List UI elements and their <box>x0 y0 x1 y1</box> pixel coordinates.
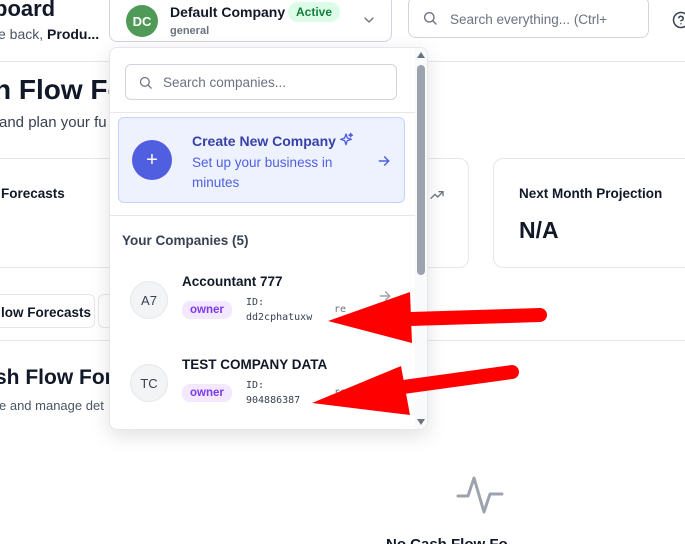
company-type: general <box>170 25 210 37</box>
scroll-up-icon[interactable] <box>417 52 425 58</box>
role-badge: owner <box>182 301 232 319</box>
company-dropdown: Search companies... + Create New Company… <box>109 47 428 430</box>
company-id-value: 904886387 <box>246 395 301 406</box>
forecasts-card: Forecasts <box>0 158 120 268</box>
section-title: sh Flow For <box>0 366 113 389</box>
companies-header: Your Companies (5) <box>122 233 249 248</box>
company-search-input[interactable]: Search companies... <box>125 64 397 100</box>
company-extra: re <box>334 387 347 398</box>
global-search[interactable]: Search everything... (Ctrl+ <box>408 0 649 38</box>
company-id-value: dd2cphatuxw <box>246 312 313 323</box>
company-name: Accountant 777 <box>182 274 283 289</box>
projection-card: Next Month Projection N/A <box>493 158 685 268</box>
arrow-right-icon <box>379 291 391 301</box>
page-heading: n Flow Fo <box>0 74 125 105</box>
sparkles-icon <box>340 132 354 146</box>
scrollbar[interactable] <box>415 48 427 429</box>
company-item[interactable]: A7 Accountant 777 owner ID: dd2cphatuxw … <box>110 263 415 337</box>
tab-forecasts-label: low Forecasts <box>1 305 92 320</box>
company-id-label: ID: <box>246 297 265 308</box>
divider <box>110 215 415 216</box>
role-badge: owner <box>182 384 232 402</box>
create-company-title: Create New Company <box>192 133 336 149</box>
arrow-right-icon <box>378 156 390 166</box>
company-avatar: A7 <box>130 281 168 319</box>
create-company-button[interactable]: + Create New Company Set up your busines… <box>118 117 405 203</box>
status-badge: Active <box>288 2 341 22</box>
page-title: board <box>0 0 56 21</box>
search-icon <box>139 76 152 89</box>
tab-forecasts[interactable]: low Forecasts <box>0 294 95 328</box>
create-company-subtitle: Set up your business in minutes <box>192 155 333 190</box>
scroll-thumb[interactable] <box>417 65 425 275</box>
welcome-text: e back, Produ... <box>0 26 99 42</box>
company-search-placeholder: Search companies... <box>163 75 287 90</box>
activity-icon <box>456 476 504 514</box>
search-placeholder: Search everything... (Ctrl+ <box>450 12 608 27</box>
welcome-user: Produ... <box>47 26 100 42</box>
forecasts-card-label: Forecasts <box>1 186 65 201</box>
plus-icon: + <box>132 140 172 180</box>
divider <box>110 112 415 113</box>
trending-up-icon <box>430 191 444 199</box>
company-switcher[interactable]: DC Default Company Active general <box>109 0 392 42</box>
projection-label: Next Month Projection <box>519 186 663 201</box>
scroll-down-icon[interactable] <box>417 419 425 425</box>
company-avatar: TC <box>130 364 168 402</box>
empty-state-title: No Cash Flow Fo <box>386 536 508 544</box>
company-item[interactable]: TC TEST COMPANY DATA owner ID: 904886387… <box>110 346 415 420</box>
chevron-down-icon[interactable] <box>361 12 377 28</box>
company-avatar: DC <box>126 5 158 37</box>
help-circle-icon[interactable] <box>672 11 685 29</box>
welcome-prefix: e back, <box>0 26 48 42</box>
search-icon <box>424 12 437 25</box>
company-id-label: ID: <box>246 380 265 391</box>
page-description: and plan your fu <box>0 114 107 131</box>
company-name: Default Company <box>170 4 286 20</box>
projection-value: N/A <box>519 217 559 243</box>
company-name: TEST COMPANY DATA <box>182 357 328 372</box>
section-description: e and manage det <box>0 398 104 413</box>
company-extra: re <box>334 304 347 315</box>
